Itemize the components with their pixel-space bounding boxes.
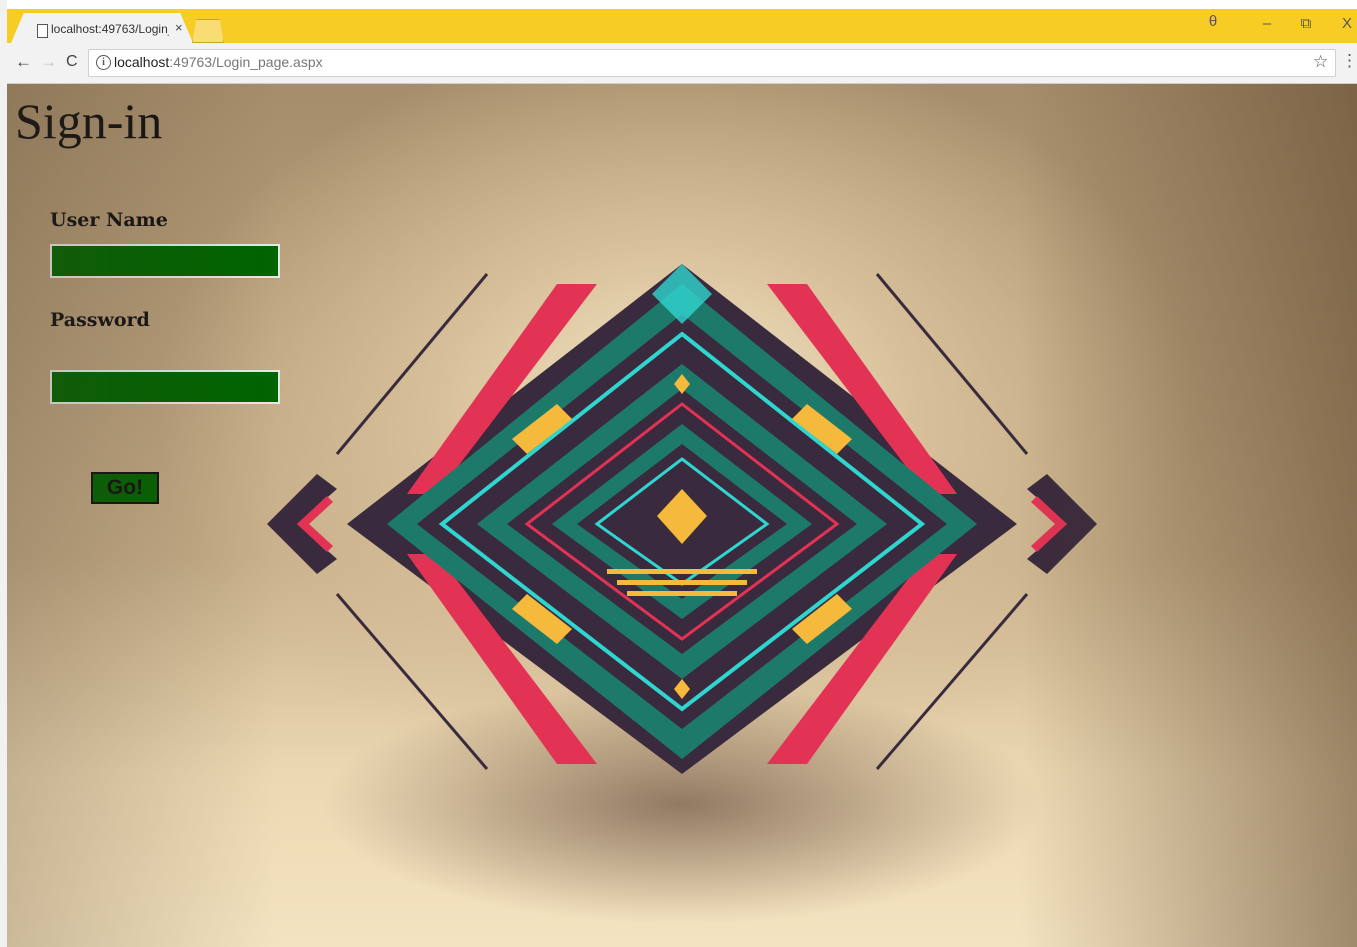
tab-title: localhost:49763/Login_p — [51, 22, 169, 36]
reload-icon[interactable]: C — [66, 53, 78, 71]
password-label: Password — [50, 309, 150, 331]
back-arrow-icon[interactable]: ← — [15, 52, 32, 72]
profile-icon[interactable]: θ — [1203, 13, 1223, 30]
password-input[interactable] — [50, 370, 280, 404]
window-top-edge — [0, 0, 1357, 9]
username-input[interactable] — [50, 244, 280, 278]
background-artwork — [267, 264, 1097, 774]
browser-titlebar: localhost:49763/Login_p × θ – ⧉ X — [7, 9, 1357, 43]
page-title: Sign-in — [15, 93, 163, 149]
go-button[interactable]: Go! — [91, 472, 159, 504]
restore-button[interactable]: ⧉ — [1296, 15, 1316, 32]
info-icon[interactable]: i — [96, 55, 111, 70]
star-icon[interactable]: ☆ — [1313, 52, 1328, 72]
browser-toolbar: ← → C i localhost:49763/Login_page.aspx … — [7, 43, 1357, 84]
close-window-button[interactable]: X — [1337, 15, 1357, 32]
page-content: Sign-in User Name Password Go! — [7, 84, 1357, 947]
address-bar[interactable]: i localhost:49763/Login_page.aspx — [88, 49, 1336, 77]
window-left-edge — [0, 0, 7, 947]
url-text[interactable]: localhost:49763/Login_page.aspx — [114, 54, 323, 70]
username-label: User Name — [50, 209, 168, 231]
tab-close-icon[interactable]: × — [175, 20, 183, 35]
url-path: :49763/Login_page.aspx — [169, 54, 323, 70]
forward-arrow-icon[interactable]: → — [40, 52, 57, 72]
minimize-button[interactable]: – — [1257, 15, 1277, 32]
url-host: localhost — [114, 54, 170, 70]
new-tab-button[interactable] — [192, 19, 224, 43]
browser-tab[interactable]: localhost:49763/Login_p × — [11, 13, 193, 43]
menu-icon[interactable]: ⋮ — [1341, 51, 1357, 71]
page-icon — [37, 24, 48, 38]
